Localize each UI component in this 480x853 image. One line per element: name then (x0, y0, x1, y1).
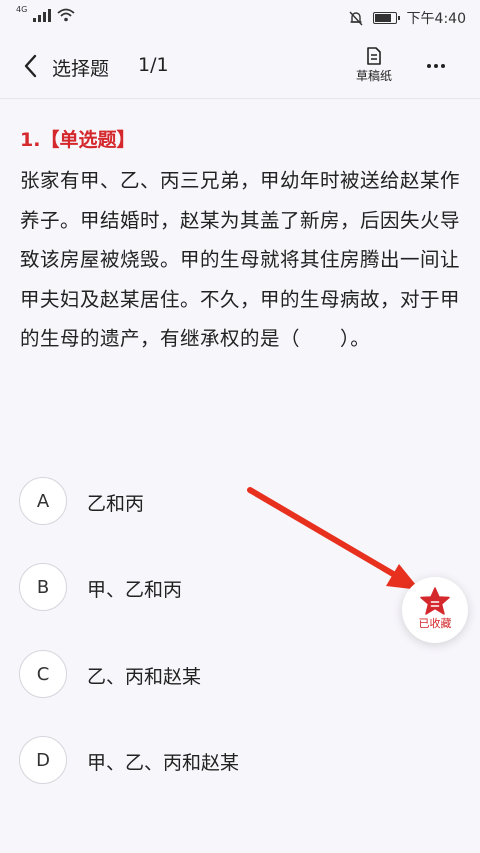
option-c[interactable]: C 乙、丙和赵某 (19, 650, 439, 698)
draft-paper-icon (367, 47, 381, 65)
status-right: 下午4:40 (349, 8, 466, 28)
option-a[interactable]: A 乙和丙 (19, 477, 439, 525)
option-letter: A (19, 477, 67, 525)
option-letter: D (19, 736, 67, 784)
status-left: 4G (16, 5, 75, 22)
favorite-button[interactable]: 已收藏 (402, 577, 468, 643)
question-block: 1.【单选题】 张家有甲、乙、丙三兄弟，甲幼年时被送给赵某作养子。甲结婚时，赵某… (20, 125, 460, 359)
question-counter: 1/1 (138, 54, 169, 76)
option-text: 乙和丙 (87, 493, 145, 515)
option-d[interactable]: D 甲、乙、丙和赵某 (19, 736, 439, 784)
back-arrow-icon[interactable] (18, 52, 46, 80)
status-time: 下午4:40 (406, 11, 466, 27)
question-text: 张家有甲、乙、丙三兄弟，甲幼年时被送给赵某作养子。甲结婚时，赵某为其盖了新房，后… (20, 169, 461, 350)
page-title: 选择题 (52, 58, 110, 80)
more-icon[interactable] (424, 56, 448, 76)
signal-icon (33, 8, 52, 22)
question-type-label: 1.【单选题】 (20, 129, 136, 151)
option-text: 乙、丙和赵某 (87, 666, 202, 688)
star-icon (420, 587, 450, 615)
favorite-label: 已收藏 (418, 617, 452, 630)
mute-bell-icon (349, 11, 363, 25)
wifi-icon (57, 8, 75, 22)
option-letter: B (19, 563, 67, 611)
network-label: 4G (16, 5, 28, 14)
option-text: 甲、乙、丙和赵某 (87, 752, 240, 774)
option-b[interactable]: B 甲、乙和丙 (19, 563, 439, 611)
draft-paper-button[interactable]: 草稿纸 (346, 46, 402, 84)
draft-paper-label: 草稿纸 (355, 69, 392, 83)
status-bar: 4G 下午4:40 (0, 0, 480, 34)
battery-icon (372, 12, 400, 24)
option-letter: C (19, 650, 67, 698)
option-text: 甲、乙和丙 (87, 579, 183, 601)
nav-bar: 选择题 1/1 草稿纸 (0, 34, 480, 99)
